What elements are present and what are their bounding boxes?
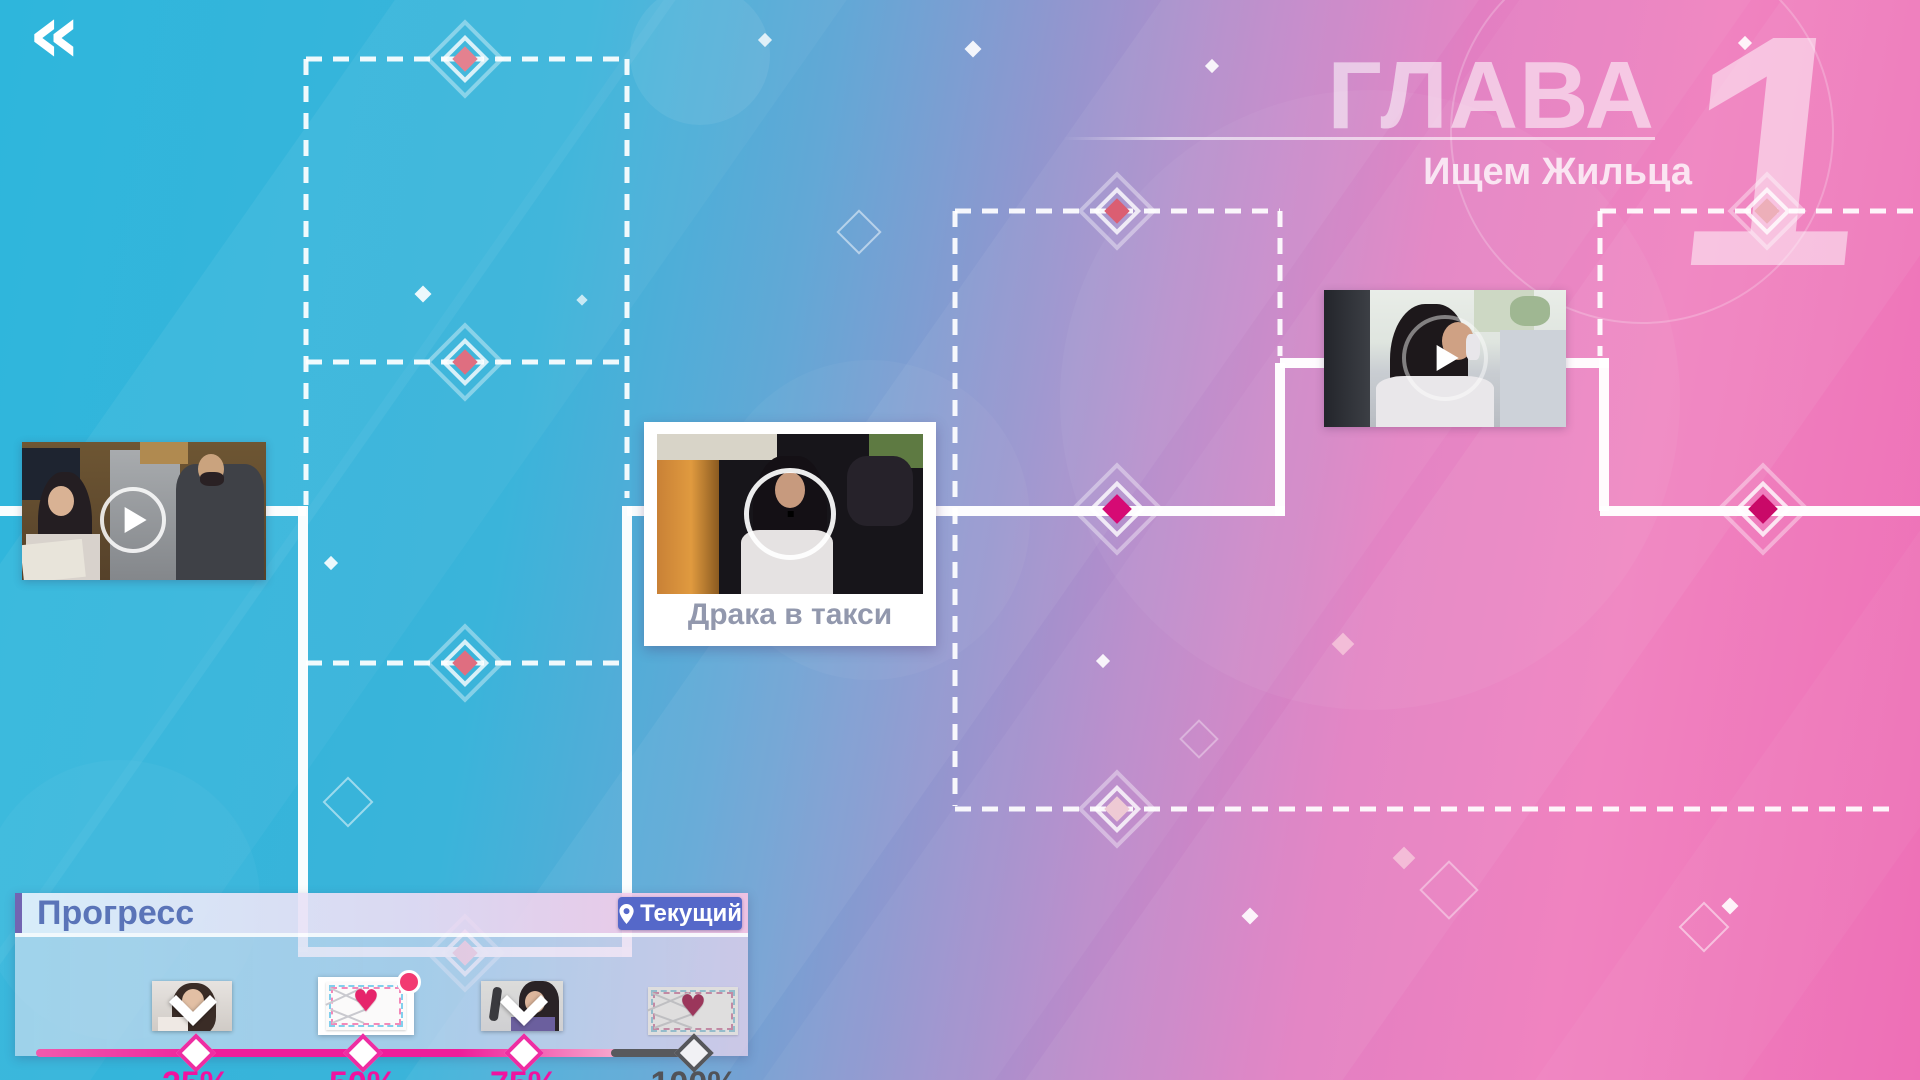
chapter-underline [1063,137,1655,140]
scene-card-taxi[interactable]: Драка в такси [644,422,936,646]
chapter-map-screen: « 1 ГЛАВА Ищем Жильца .vid .playwrap::af… [0,0,1920,1080]
milestone-thumb-25[interactable] [152,981,232,1031]
play-icon [744,468,836,560]
scene-detail [158,1017,188,1031]
heart-icon: ♥ [326,984,406,1019]
current-position-label: Текущий [640,900,742,928]
map-pin-icon [618,903,635,925]
scene-detail [489,987,503,1022]
scene-detail [1324,290,1370,427]
scene-detail [847,456,913,526]
chapter-number: 1 [1665,0,1883,316]
scene-detail [1500,330,1566,427]
progress-body: ♥ ♥ [15,933,748,1056]
back-button[interactable]: « [28,0,81,76]
scene-detail [657,434,777,460]
scene-detail [1510,296,1550,326]
chapter-subtitle: Ищем Жильца [1200,151,1692,194]
scene-video-taxi [657,434,923,594]
scene-video-car[interactable] [1324,290,1566,427]
scene-detail [22,539,86,580]
current-position-button[interactable]: Текущий [618,897,742,930]
scene-detail [48,486,74,516]
notification-badge [397,970,421,994]
progress-label-75: 75% [464,1065,584,1080]
progress-label-100: 100% [634,1065,754,1080]
milestone-envelope-100[interactable]: ♥ [648,987,738,1035]
play-icon [100,487,166,553]
scene-detail [140,442,188,464]
play-icon [1402,315,1488,401]
header-accent [15,893,22,933]
scene-video-kitchen[interactable] [22,442,266,580]
milestone-envelope-50-card[interactable]: ♥ [318,977,414,1035]
progress-header: Прогресс Текущий [15,893,748,933]
heart-icon: ♥ [648,989,738,1024]
scene-detail [200,472,224,486]
progress-panel: Прогресс Текущий [15,893,748,1056]
envelope-icon: ♥ [326,982,406,1030]
progress-track-filled [36,1049,640,1057]
progress-label-25: 25% [136,1065,256,1080]
milestone-thumb-75[interactable] [481,981,563,1031]
scene-caption: Драка в такси [644,598,936,632]
progress-title: Прогресс [37,893,194,933]
chapter-title: ГЛАВА [1200,48,1655,144]
progress-label-50: 50% [303,1065,423,1080]
